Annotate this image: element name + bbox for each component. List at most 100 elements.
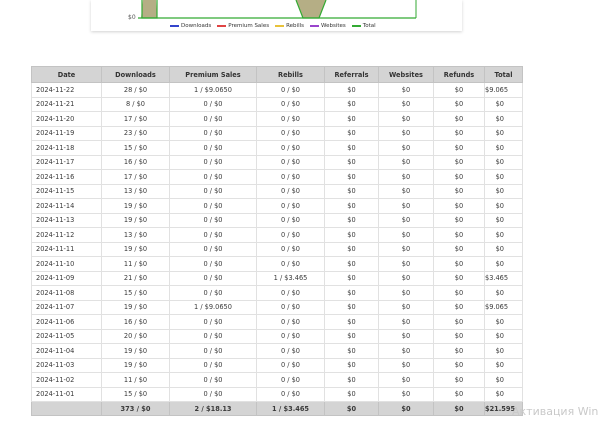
cell-rebills: 0 / $0 (256, 328, 325, 344)
cell-total: $0 (484, 183, 523, 199)
cell-downloads: 19 / $0 (101, 343, 170, 359)
cell-premium-sales: 0 / $0 (169, 256, 257, 272)
cell-total: $0 (484, 372, 523, 388)
cell-date: 2024-11-14 (31, 198, 102, 214)
cell-rebills: 0 / $0 (256, 343, 325, 359)
cell-total: $0 (484, 111, 523, 127)
cell-total: $0 (484, 343, 523, 359)
legend-item-websites[interactable]: Websites (310, 23, 346, 29)
stats-table: Date Downloads Premium Sales Rebills Ref… (31, 66, 523, 416)
cell-refunds: $0 (433, 372, 485, 388)
table-row: 2024-11-09 21 / $0 0 / $0 1 / $3.465 $0 $0 $0 $… (31, 270, 523, 286)
table-row: 2024-11-10 11 / $0 0 / $0 0 / $0 $0 $0 $0 $0 (31, 256, 523, 272)
cell-websites: $0 (378, 212, 434, 228)
stats-table-container: Date Downloads Premium Sales Rebills Ref… (31, 66, 523, 416)
column-header-websites[interactable]: Websites (378, 66, 434, 83)
legend-swatch (351, 24, 361, 27)
column-header-referrals[interactable]: Referrals (324, 66, 379, 83)
cell-premium-sales: 0 / $0 (169, 198, 257, 214)
cell-premium-sales: 0 / $0 (169, 227, 257, 243)
cell-premium-sales: 1 / $9.0650 (169, 299, 257, 315)
cell-referrals: $0 (324, 212, 379, 228)
cell-date: 2024-11-06 (31, 314, 102, 330)
footer-cell-date (31, 401, 102, 416)
cell-refunds: $0 (433, 270, 485, 286)
legend-item-total[interactable]: Total (351, 22, 376, 29)
cell-total: $0 (484, 386, 523, 402)
cell-referrals: $0 (324, 299, 379, 315)
column-header-premium-sales[interactable]: Premium Sales (169, 66, 257, 83)
legend-item-rebills[interactable]: Rebills (275, 23, 304, 29)
cell-websites: $0 (378, 256, 434, 272)
legend-item-downloads[interactable]: Downloads (170, 23, 211, 29)
cell-refunds: $0 (433, 386, 485, 402)
cell-total: $0 (484, 314, 523, 330)
cell-premium-sales: 0 / $0 (169, 241, 257, 257)
cell-total: $0 (484, 328, 523, 344)
cell-downloads: 19 / $0 (101, 357, 170, 373)
cell-websites: $0 (378, 82, 434, 98)
cell-refunds: $0 (433, 285, 485, 301)
cell-rebills: 0 / $0 (256, 256, 325, 272)
cell-date: 2024-11-10 (31, 256, 102, 272)
cell-referrals: $0 (324, 169, 379, 185)
cell-refunds: $0 (433, 154, 485, 170)
cell-premium-sales: 0 / $0 (169, 372, 257, 388)
column-header-rebills[interactable]: Rebills (256, 66, 325, 83)
cell-websites: $0 (378, 314, 434, 330)
cell-total: $0 (484, 357, 523, 373)
chart-area-fill-left (141, 0, 157, 18)
legend-item-premium-sales[interactable]: Premium Sales (217, 23, 269, 29)
cell-rebills: 1 / $3.465 (256, 270, 325, 286)
footer-cell-premium-sales: 2 / $18.13 (169, 401, 257, 416)
cell-referrals: $0 (324, 111, 379, 127)
cell-date: 2024-11-15 (31, 183, 102, 199)
cell-rebills: 0 / $0 (256, 314, 325, 330)
cell-rebills: 0 / $0 (256, 82, 325, 98)
cell-websites: $0 (378, 343, 434, 359)
column-header-total[interactable]: Total (484, 66, 523, 83)
table-row: 2024-11-02 11 / $0 0 / $0 0 / $0 $0 $0 $0 $0 (31, 372, 523, 388)
cell-downloads: 20 / $0 (101, 328, 170, 344)
cell-referrals: $0 (324, 183, 379, 199)
cell-premium-sales: 0 / $0 (169, 314, 257, 330)
cell-refunds: $0 (433, 241, 485, 257)
cell-total: $0 (484, 198, 523, 214)
cell-referrals: $0 (324, 386, 379, 402)
table-row: 2024-11-12 13 / $0 0 / $0 0 / $0 $0 $0 $0 $0 (31, 227, 523, 243)
cell-premium-sales: 0 / $0 (169, 212, 257, 228)
cell-referrals: $0 (324, 372, 379, 388)
cell-websites: $0 (378, 372, 434, 388)
column-header-downloads[interactable]: Downloads (101, 66, 170, 83)
cell-total: $0 (484, 256, 523, 272)
cell-total: $0 (484, 96, 523, 112)
cell-rebills: 0 / $0 (256, 241, 325, 257)
cell-premium-sales: 0 / $0 (169, 154, 257, 170)
cell-refunds: $0 (433, 343, 485, 359)
cell-rebills: 0 / $0 (256, 227, 325, 243)
cell-rebills: 0 / $0 (256, 125, 325, 141)
column-header-refunds[interactable]: Refunds (433, 66, 485, 83)
cell-rebills: 0 / $0 (256, 183, 325, 199)
chart-area-fill-right (296, 0, 326, 18)
table-header-row: Date Downloads Premium Sales Rebills Ref… (31, 66, 523, 83)
cell-premium-sales: 1 / $9.0650 (169, 82, 257, 98)
table-row: 2024-11-06 16 / $0 0 / $0 0 / $0 $0 $0 $0 $0 (31, 314, 523, 330)
cell-premium-sales: 0 / $0 (169, 140, 257, 156)
table-row: 2024-11-05 20 / $0 0 / $0 0 / $0 $0 $0 $0 $0 (31, 328, 523, 344)
cell-refunds: $0 (433, 96, 485, 112)
cell-referrals: $0 (324, 82, 379, 98)
table-row: 2024-11-04 19 / $0 0 / $0 0 / $0 $0 $0 $0 $0 (31, 343, 523, 359)
column-header-date[interactable]: Date (31, 66, 102, 83)
cell-date: 2024-11-16 (31, 169, 102, 185)
table-row: 2024-11-21 8 / $0 0 / $0 0 / $0 $0 $0 $0 $0 (31, 96, 523, 112)
cell-refunds: $0 (433, 328, 485, 344)
cell-premium-sales: 0 / $0 (169, 343, 257, 359)
cell-premium-sales: 0 / $0 (169, 111, 257, 127)
cell-referrals: $0 (324, 241, 379, 257)
cell-websites: $0 (378, 154, 434, 170)
cell-total: $0 (484, 154, 523, 170)
cell-downloads: 19 / $0 (101, 241, 170, 257)
cell-refunds: $0 (433, 140, 485, 156)
legend-label: Total (362, 22, 376, 29)
